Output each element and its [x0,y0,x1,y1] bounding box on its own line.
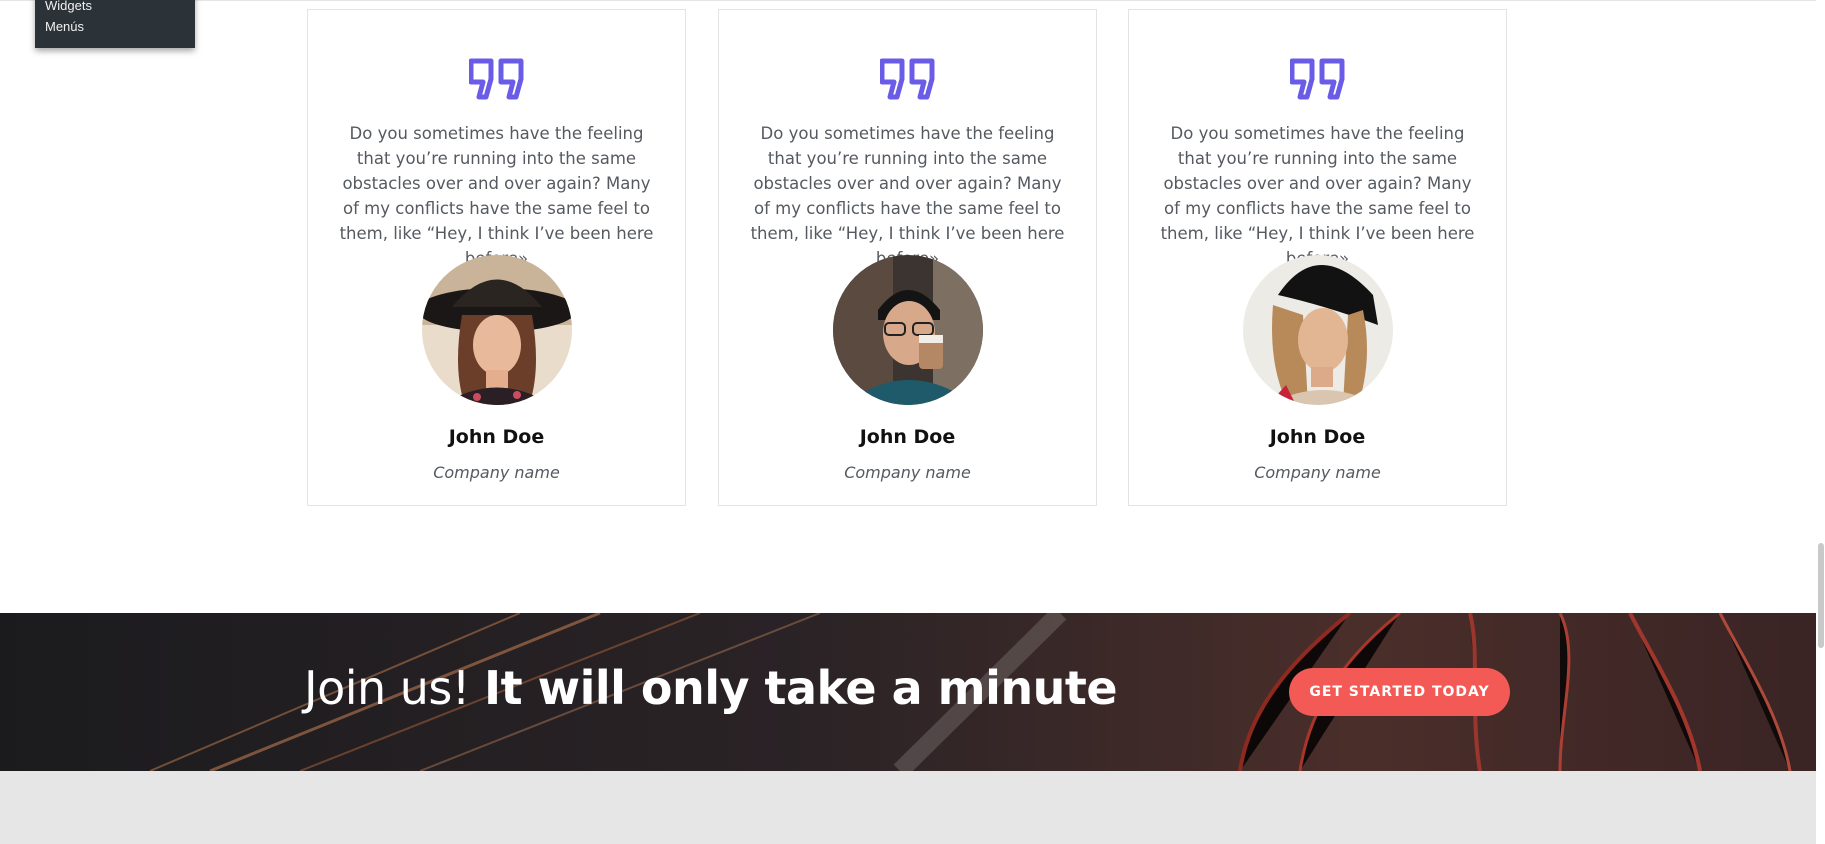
testimonial-quote: Do you sometimes have the feeling that y… [339,124,654,268]
cta-headline-light: Join us! [304,661,484,715]
avatar [421,255,572,405]
quote-icon [1289,58,1344,100]
testimonial-card: Do you sometimes have the feeling that y… [1128,9,1507,506]
avatar [832,255,983,405]
page-scrollbar[interactable] [1816,0,1825,844]
get-started-button[interactable]: GET STARTED TODAY [1289,668,1510,716]
scrollbar-thumb[interactable] [1818,543,1824,648]
admin-menu-item-widgets[interactable]: Widgets [45,0,92,13]
testimonial-card: Do you sometimes have the feeling that y… [307,9,686,506]
cta-banner: Join us! It will only take a minute GET … [0,613,1816,771]
admin-dropdown-menu: Widgets Menús [35,0,195,48]
testimonial-name: John Doe [448,426,545,448]
avatar [1242,255,1393,405]
testimonial-card: Do you sometimes have the feeling that y… [718,9,1097,506]
cta-headline: Join us! It will only take a minute [304,661,1118,715]
top-divider [0,0,1825,1]
testimonial-name: John Doe [859,426,956,448]
testimonial-company: Company name [433,463,560,482]
testimonial-company: Company name [1254,463,1381,482]
testimonial-name: John Doe [1269,426,1366,448]
footer-section [0,771,1816,844]
testimonial-company: Company name [844,463,971,482]
cta-headline-bold: It will only take a minute [483,661,1118,715]
admin-menu-item-menus[interactable]: Menús [45,19,84,34]
quote-icon [468,58,523,100]
quote-icon [879,58,934,100]
testimonial-quote: Do you sometimes have the feeling that y… [1160,124,1475,268]
testimonial-quote: Do you sometimes have the feeling that y… [750,124,1065,268]
